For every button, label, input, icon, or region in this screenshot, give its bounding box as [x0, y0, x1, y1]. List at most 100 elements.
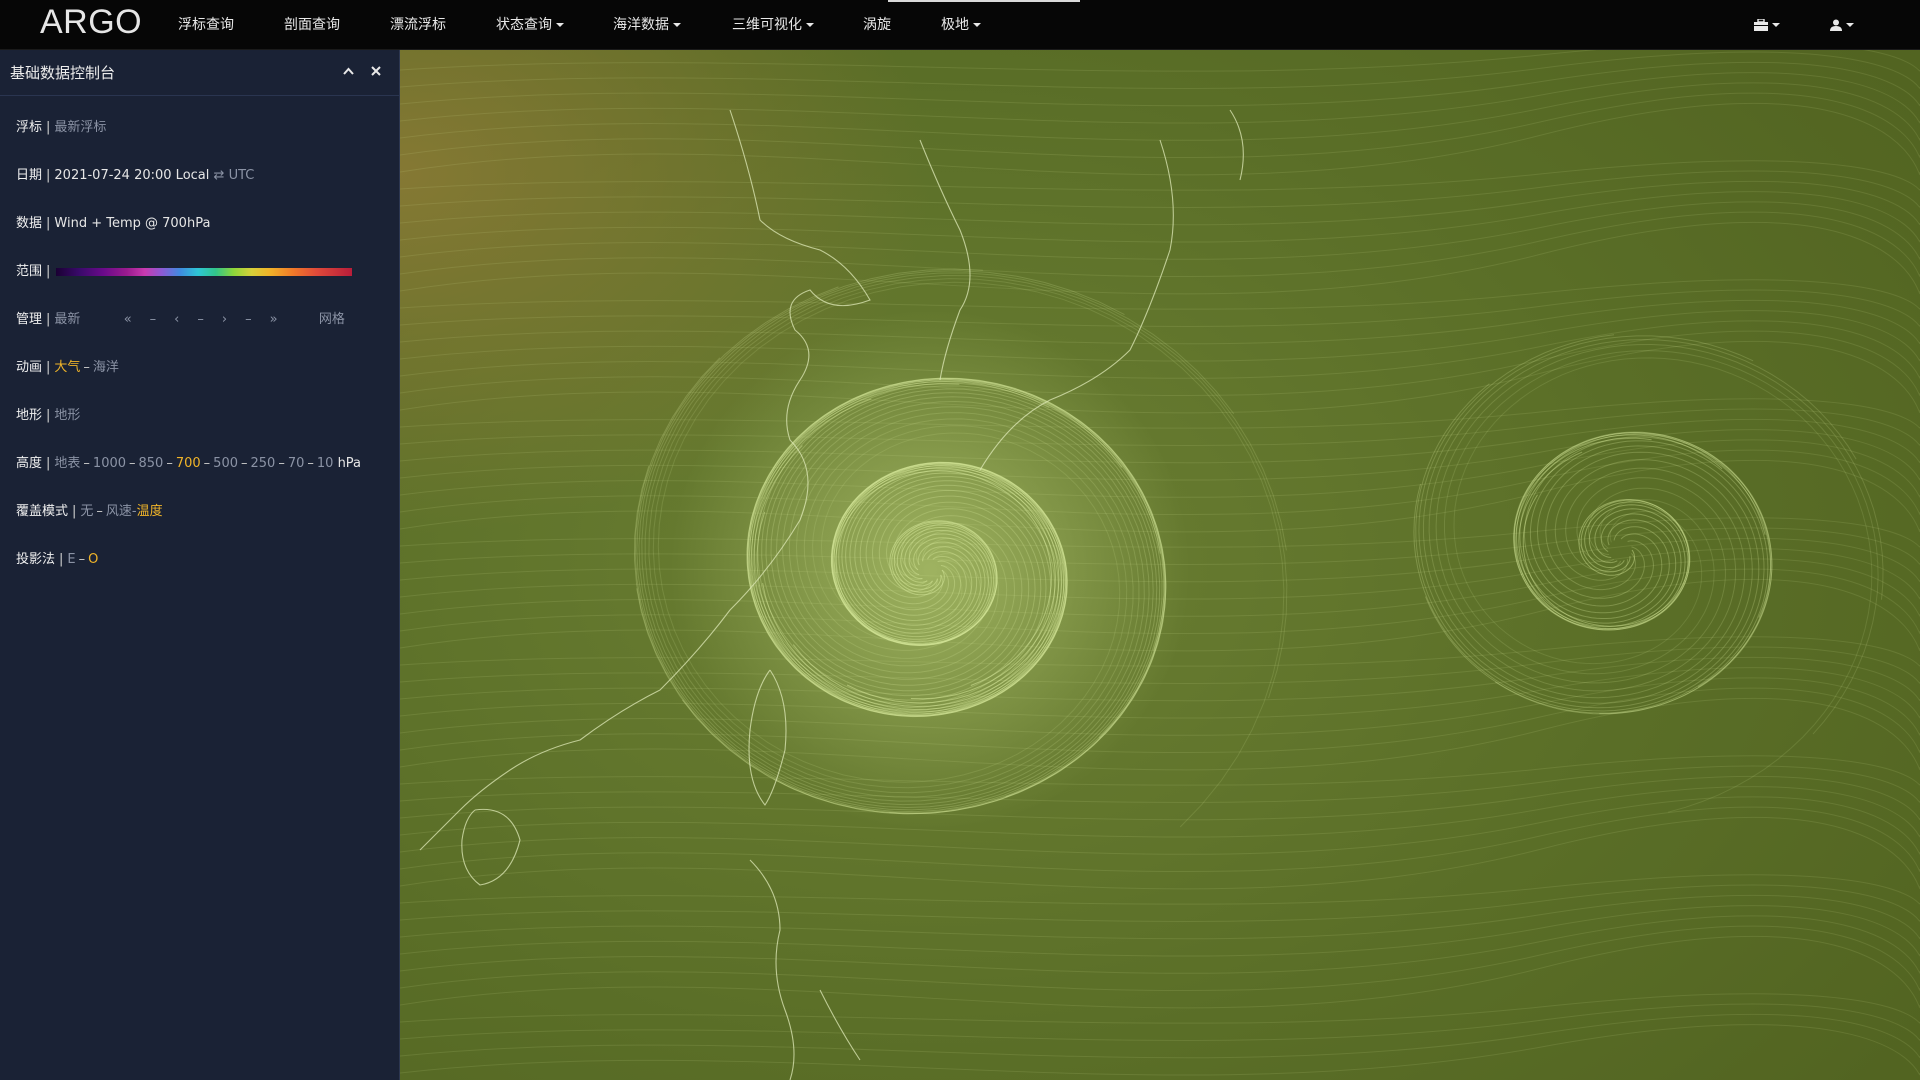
wind-map[interactable]: [400, 50, 1920, 1080]
nav-item-profile-query[interactable]: 剖面查询: [284, 0, 340, 50]
nav-item-eddy[interactable]: 涡旋: [863, 0, 891, 50]
panel-header: 基础数据控制台: [0, 50, 399, 96]
nav-item-buoy-query[interactable]: 浮标查询: [178, 0, 234, 50]
row-range: 范围 |: [16, 260, 353, 284]
step-separator: –: [197, 312, 204, 327]
row-label: 地形: [16, 408, 43, 423]
caret-down-icon: [806, 23, 814, 27]
overlay-wind-option[interactable]: 风速-: [106, 504, 137, 519]
nav-item-3d-visualization[interactable]: 三维可视化: [732, 0, 814, 50]
first-button[interactable]: «: [124, 312, 132, 327]
nav-label: 状态查询: [496, 17, 552, 33]
collapse-button[interactable]: [335, 58, 361, 84]
step-separator: –: [149, 312, 157, 327]
date-value: 2021-07-24 20:00 Local: [54, 168, 210, 183]
option-separator: –: [129, 456, 136, 471]
nav-item-polar[interactable]: 极地: [941, 0, 981, 50]
briefcase-icon: [1754, 19, 1768, 31]
swap-icon[interactable]: ⇄: [214, 168, 225, 183]
projection-o-option[interactable]: O: [88, 552, 98, 567]
height-level-option[interactable]: 500: [213, 456, 238, 471]
option-separator: –: [83, 360, 90, 375]
chevron-up-icon: [342, 67, 354, 75]
atmosphere-option[interactable]: 大气: [54, 360, 80, 375]
option-separator: –: [96, 504, 103, 519]
next-button[interactable]: ›: [222, 312, 227, 327]
caret-down-icon: [556, 23, 564, 27]
row-manage: 管理 | 最新 «– ‹ – › –» 网格: [16, 312, 345, 327]
row-label: 覆盖模式: [16, 504, 69, 519]
height-level-option[interactable]: 10: [317, 456, 334, 471]
data-value: Wind + Temp @ 700hPa: [54, 216, 211, 231]
row-height: 高度 | 地表 –1000–850–700–500–250–70–10 hPa: [16, 456, 362, 471]
height-level-option[interactable]: 700: [176, 456, 201, 471]
option-separator: –: [203, 456, 211, 471]
option-separator: –: [307, 456, 314, 471]
nav-label: 剖面查询: [284, 17, 340, 33]
row-data: 数据 | Wind + Temp @ 700hPa: [16, 216, 211, 231]
option-separator: –: [241, 456, 248, 471]
nav-item-drifting-buoy[interactable]: 漂流浮标: [390, 0, 446, 50]
nav-label: 涡旋: [863, 17, 891, 33]
caret-down-icon: [1846, 23, 1854, 27]
last-button[interactable]: »: [270, 312, 278, 327]
wind-streamline-canvas[interactable]: [400, 50, 1920, 1080]
height-level-option[interactable]: 850: [139, 456, 164, 471]
step-separator: –: [245, 312, 252, 327]
close-icon: [371, 66, 381, 76]
projection-e-option[interactable]: E: [67, 552, 75, 567]
overlay-none-option[interactable]: 无: [80, 504, 93, 519]
panel-title: 基础数据控制台: [10, 64, 116, 82]
latest-link[interactable]: 最新: [54, 312, 80, 327]
terrain-toggle[interactable]: 地形: [54, 408, 80, 423]
row-label: 高度: [16, 456, 43, 471]
row-terrain: 地形 | 地形: [16, 408, 81, 423]
row-label: 范围: [16, 264, 43, 279]
user-icon: [1830, 19, 1842, 31]
row-label: 投影法: [16, 552, 56, 567]
option-separator: –: [78, 552, 86, 567]
option-separator: –: [83, 456, 90, 471]
ocean-option[interactable]: 海洋: [93, 360, 119, 375]
row-label: 数据: [16, 216, 43, 231]
row-label: 日期: [16, 168, 43, 183]
color-scale-bar: [56, 267, 353, 276]
row-animation: 动画 | 大气 – 海洋: [16, 360, 119, 375]
row-projection: 投影法 | E – O: [16, 552, 99, 567]
row-date: 日期 | 2021-07-24 20:00 Local ⇄ UTC: [16, 168, 255, 183]
overlay-temp-option[interactable]: 温度: [137, 504, 163, 519]
nav-label: 极地: [941, 17, 969, 33]
height-level-list: 地表 –1000–850–700–500–250–70–10: [54, 456, 333, 471]
option-separator: –: [278, 456, 285, 471]
caret-down-icon: [673, 23, 681, 27]
user-menu[interactable]: [1830, 0, 1854, 50]
grid-toggle[interactable]: 网格: [319, 312, 345, 327]
height-level-option[interactable]: 地表: [54, 456, 80, 471]
brand-logo[interactable]: ARGO: [40, 2, 142, 42]
nav-label: 三维可视化: [732, 17, 802, 33]
height-unit: hPa: [337, 456, 362, 471]
briefcase-menu[interactable]: [1754, 0, 1780, 50]
nav-label: 海洋数据: [613, 17, 669, 33]
caret-down-icon: [973, 23, 981, 27]
option-separator: –: [166, 456, 173, 471]
active-tab-indicator: [888, 0, 1080, 2]
row-label: 浮标: [16, 120, 43, 135]
nav-label: 漂流浮标: [390, 17, 446, 33]
nav-label: 浮标查询: [178, 17, 234, 33]
nav-item-ocean-data[interactable]: 海洋数据: [613, 0, 681, 50]
basic-data-console: 基础数据控制台 浮标 | 最新浮标 日期 | 2021-07-24 20:00 Loca…: [0, 50, 400, 1080]
height-level-option[interactable]: 70: [288, 456, 305, 471]
height-level-option[interactable]: 1000: [93, 456, 126, 471]
utc-toggle[interactable]: UTC: [229, 168, 255, 183]
row-label: 管理: [16, 312, 43, 327]
close-button[interactable]: [363, 58, 389, 84]
row-buoy: 浮标 | 最新浮标: [16, 120, 107, 135]
prev-button[interactable]: ‹: [174, 312, 179, 327]
height-level-option[interactable]: 250: [251, 456, 276, 471]
caret-down-icon: [1772, 23, 1780, 27]
latest-buoy-link[interactable]: 最新浮标: [54, 120, 106, 135]
nav-item-status-query[interactable]: 状态查询: [496, 0, 564, 50]
row-overlay: 覆盖模式 | 无 – 风速-温度: [16, 504, 163, 519]
row-label: 动画: [16, 360, 43, 375]
